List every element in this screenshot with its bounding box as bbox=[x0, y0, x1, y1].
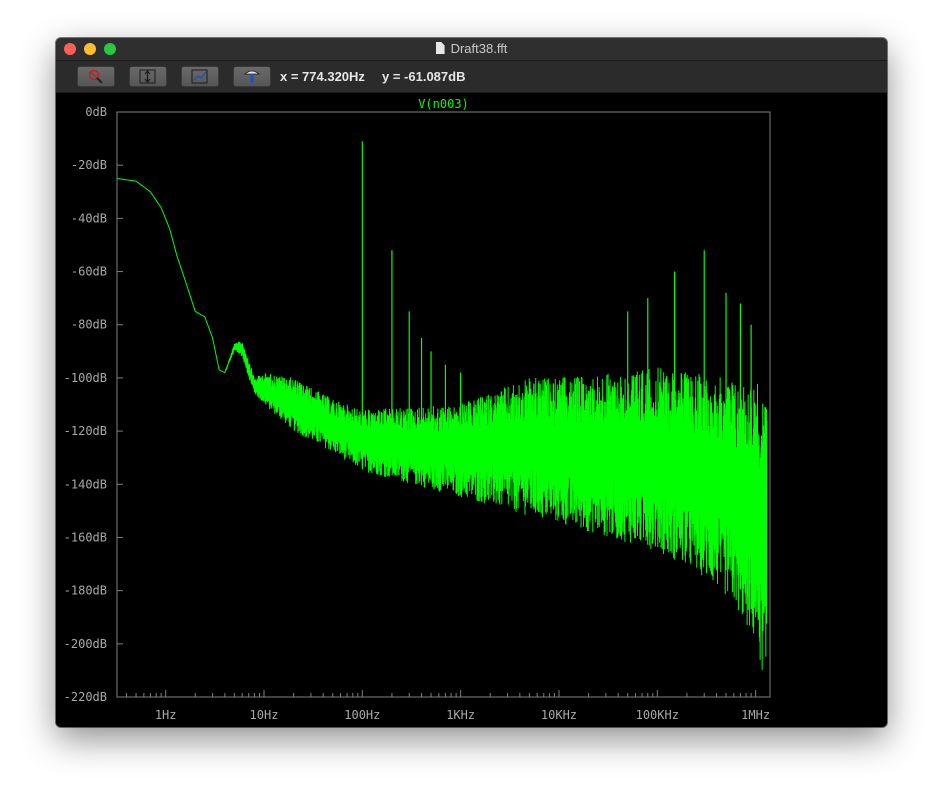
y-tick-label: -200dB bbox=[64, 637, 107, 651]
document-icon bbox=[435, 42, 445, 54]
plot-area[interactable]: V(n003) 0dB -20dB -40dB -60dB -80dB -100dB -120… bbox=[56, 93, 887, 727]
x-tick-label: 10Hz bbox=[250, 708, 279, 722]
title-bar[interactable]: Draft38.fft bbox=[56, 38, 887, 61]
y-tick-label: -40dB bbox=[71, 211, 107, 225]
y-tick-label: -220dB bbox=[64, 690, 107, 704]
zoom-full-extent-button[interactable] bbox=[77, 66, 115, 87]
autorange-icon bbox=[139, 69, 156, 84]
cursor-y-readout: y = -61.087dB bbox=[382, 69, 466, 84]
fft-plot[interactable]: V(n003) 0dB -20dB -40dB -60dB -80dB -100dB -120… bbox=[56, 93, 887, 727]
y-tick-label: -100dB bbox=[64, 371, 107, 385]
y-tick-label: -160dB bbox=[64, 530, 107, 544]
y-tick-label: -60dB bbox=[71, 265, 107, 279]
probe-icon bbox=[243, 70, 261, 83]
x-tick-label: 100Hz bbox=[344, 708, 380, 722]
y-tick-label: 0dB bbox=[85, 105, 107, 119]
y-tick-label: -20dB bbox=[71, 158, 107, 172]
y-tick-label: -120dB bbox=[64, 424, 107, 438]
y-tick-label: -80dB bbox=[71, 318, 107, 332]
fft-window: Draft38.fft x = 774.320Hz y = -61.087dB … bbox=[56, 38, 887, 727]
x-tick-label: 10KHz bbox=[541, 708, 577, 722]
window-title-text: Draft38.fft bbox=[450, 41, 508, 56]
trace-label: V(n003) bbox=[418, 97, 469, 111]
x-tick-label: 1MHz bbox=[741, 708, 770, 722]
window-title: Draft38.fft bbox=[56, 41, 887, 57]
y-tick-label: -180dB bbox=[64, 584, 107, 598]
pan-button[interactable] bbox=[181, 66, 219, 87]
add-trace-button[interactable] bbox=[233, 66, 271, 87]
pan-icon bbox=[191, 69, 208, 84]
x-tick-label: 1KHz bbox=[446, 708, 475, 722]
toolbar: x = 774.320Hz y = -61.087dB bbox=[56, 61, 887, 93]
x-tick-label: 1Hz bbox=[155, 708, 177, 722]
magnifier-icon bbox=[88, 69, 103, 84]
y-tick-label: -140dB bbox=[64, 477, 107, 491]
autorange-y-button[interactable] bbox=[129, 66, 167, 87]
cursor-x-readout: x = 774.320Hz bbox=[280, 69, 365, 84]
spectrum-trace bbox=[116, 177, 768, 671]
x-tick-label: 100KHz bbox=[636, 708, 679, 722]
